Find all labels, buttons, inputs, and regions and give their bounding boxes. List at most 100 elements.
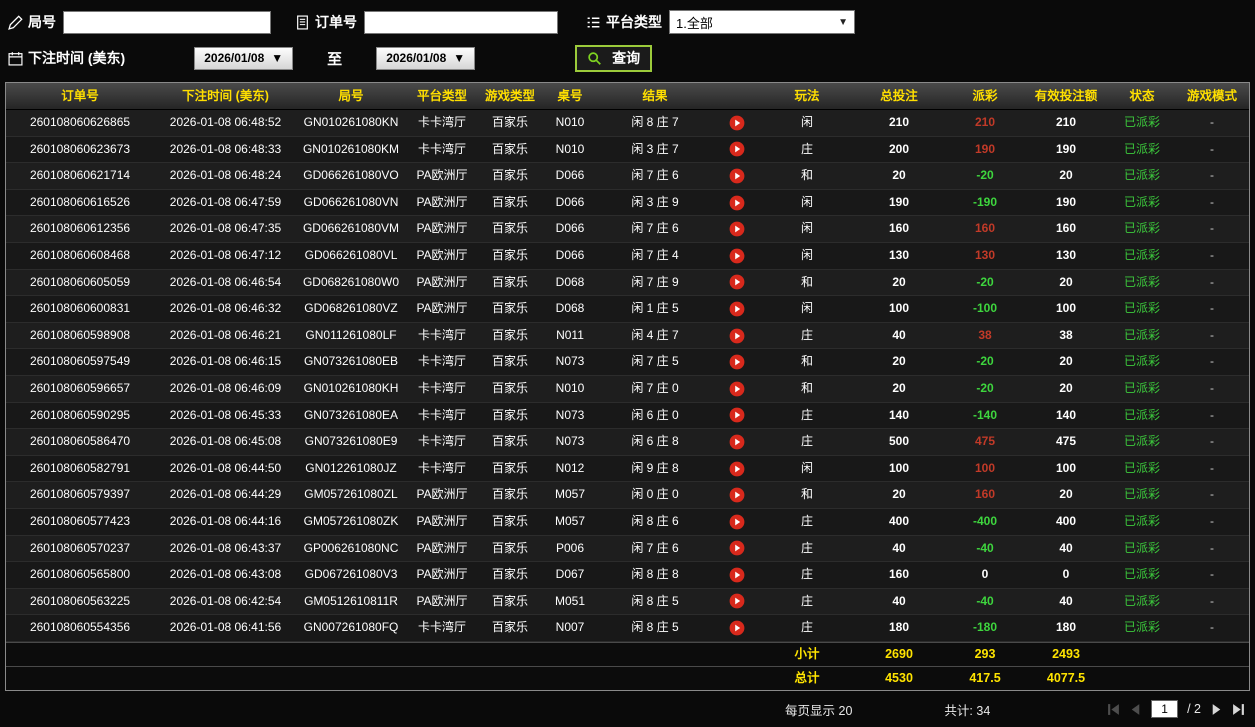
grand-total-empty	[1109, 666, 1175, 690]
replay-button[interactable]	[729, 514, 745, 530]
replay-button[interactable]	[729, 195, 745, 211]
replay-button[interactable]	[729, 567, 745, 583]
total-bet: 140	[851, 403, 947, 430]
table-row: 260108060597549 2026-01-08 06:46:15 GN07…	[6, 349, 1249, 376]
prev-page-button[interactable]	[1129, 703, 1142, 716]
bet-time: 2026-01-08 06:45:08	[154, 429, 297, 456]
game-type: 百家乐	[479, 296, 541, 323]
query-button[interactable]: 查询	[575, 45, 652, 72]
table-row: 260108060626865 2026-01-08 06:48:52 GN01…	[6, 110, 1249, 137]
replay-button[interactable]	[729, 354, 745, 370]
replay-cell	[711, 243, 763, 270]
bet-play: 庄	[763, 536, 851, 563]
replay-button[interactable]	[729, 168, 745, 184]
replay-button[interactable]	[729, 487, 745, 503]
list-icon	[586, 15, 601, 30]
round-input[interactable]	[63, 11, 271, 34]
game-type: 百家乐	[479, 270, 541, 297]
bet-time: 2026-01-08 06:45:33	[154, 403, 297, 430]
replay-button[interactable]	[729, 141, 745, 157]
replay-button[interactable]	[729, 221, 745, 237]
prev-page-icon	[1129, 703, 1142, 716]
first-page-button[interactable]	[1107, 703, 1120, 716]
replay-button[interactable]	[729, 248, 745, 264]
last-page-button[interactable]	[1232, 703, 1245, 716]
status-badge: 已派彩	[1109, 456, 1175, 483]
game-mode: -	[1175, 110, 1249, 137]
platform-type: PA欧洲厅	[405, 482, 479, 509]
play-icon	[729, 487, 745, 503]
payout: -190	[947, 190, 1023, 217]
order-input[interactable]	[364, 11, 558, 34]
table-number: N010	[541, 110, 599, 137]
replay-button[interactable]	[729, 381, 745, 397]
total-bet: 180	[851, 615, 947, 642]
total-bet: 200	[851, 137, 947, 164]
payout: 160	[947, 216, 1023, 243]
bet-play: 和	[763, 349, 851, 376]
valid-bet: 0	[1023, 562, 1109, 589]
round-id: GD067261080V3	[297, 562, 405, 589]
valid-bet: 20	[1023, 482, 1109, 509]
status-badge: 已派彩	[1109, 589, 1175, 616]
per-page-text: 每页显示 20	[785, 700, 852, 719]
game-type: 百家乐	[479, 376, 541, 403]
table-row: 260108060616526 2026-01-08 06:47:59 GD06…	[6, 190, 1249, 217]
table-row: 260108060586470 2026-01-08 06:45:08 GN07…	[6, 429, 1249, 456]
next-page-icon	[1210, 703, 1223, 716]
platform-type: 卡卡湾厅	[405, 349, 479, 376]
platform-type: PA欧洲厅	[405, 163, 479, 190]
play-icon	[729, 567, 745, 583]
date-from-select[interactable]: 2026/01/08 ▼	[194, 47, 293, 70]
next-page-button[interactable]	[1210, 703, 1223, 716]
replay-button[interactable]	[729, 301, 745, 317]
order-label: 订单号	[315, 12, 357, 32]
replay-button[interactable]	[729, 328, 745, 344]
replay-cell	[711, 110, 763, 137]
total-bet: 40	[851, 589, 947, 616]
replay-button[interactable]	[729, 407, 745, 423]
round-id: GN010261080KN	[297, 110, 405, 137]
status-badge: 已派彩	[1109, 110, 1175, 137]
platform-type: 卡卡湾厅	[405, 376, 479, 403]
col-header-mode: 游戏模式	[1175, 83, 1249, 109]
replay-button[interactable]	[729, 434, 745, 450]
table-number: M057	[541, 482, 599, 509]
round-id: GD066261080VL	[297, 243, 405, 270]
replay-button[interactable]	[729, 461, 745, 477]
grand-total-row: 总计 4530 417.5 4077.5	[6, 666, 1249, 690]
subtotal-valid-bet: 2493	[1023, 642, 1109, 666]
total-bet: 160	[851, 216, 947, 243]
play-icon	[729, 593, 745, 609]
subtotal-payout: 293	[947, 642, 1023, 666]
round-id: GD068261080W0	[297, 270, 405, 297]
bet-time: 2026-01-08 06:44:29	[154, 482, 297, 509]
replay-button[interactable]	[729, 115, 745, 131]
date-to-select[interactable]: 2026/01/08 ▼	[376, 47, 475, 70]
game-mode: -	[1175, 323, 1249, 350]
play-icon	[729, 407, 745, 423]
replay-cell	[711, 509, 763, 536]
date-to-value: 2026/01/08	[386, 51, 446, 65]
table-row: 260108060563225 2026-01-08 06:42:54 GM05…	[6, 589, 1249, 616]
page-input[interactable]	[1151, 700, 1178, 718]
replay-button[interactable]	[729, 593, 745, 609]
platform-select[interactable]: 1.全部 ▼	[669, 10, 855, 34]
bet-play: 闲	[763, 243, 851, 270]
replay-button[interactable]	[729, 620, 745, 636]
table-row: 260108060590295 2026-01-08 06:45:33 GN07…	[6, 403, 1249, 430]
valid-bet: 180	[1023, 615, 1109, 642]
payout: 160	[947, 482, 1023, 509]
total-bet: 40	[851, 323, 947, 350]
platform-type: PA欧洲厅	[405, 216, 479, 243]
payout: -20	[947, 376, 1023, 403]
replay-button[interactable]	[729, 540, 745, 556]
replay-button[interactable]	[729, 274, 745, 290]
replay-cell	[711, 429, 763, 456]
result-score: 闲 8 庄 6	[599, 509, 711, 536]
result-score: 闲 1 庄 5	[599, 296, 711, 323]
order-number: 260108060579397	[6, 482, 154, 509]
status-badge: 已派彩	[1109, 509, 1175, 536]
game-type: 百家乐	[479, 429, 541, 456]
order-number: 260108060612356	[6, 216, 154, 243]
